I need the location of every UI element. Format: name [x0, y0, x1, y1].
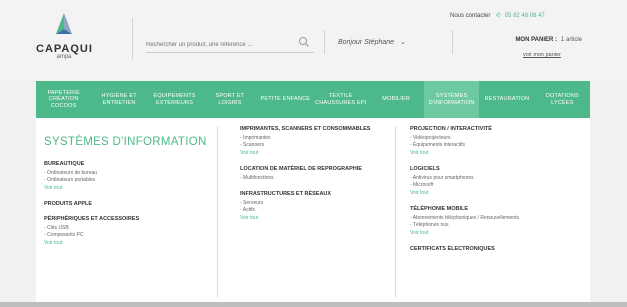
menu-link[interactable]: - Équipements interactifs: [410, 142, 560, 149]
nav-item-mobilier[interactable]: MOBILIER: [368, 81, 423, 118]
search-box[interactable]: [146, 33, 314, 54]
menu-section-title[interactable]: IMPRIMANTES, SCANNERS ET CONSOMMABLES: [240, 126, 396, 132]
view-cart-link[interactable]: voir mon panier: [523, 52, 561, 58]
menu-section-title[interactable]: LOGICIELS: [410, 166, 560, 172]
nav-item-petite-enfance[interactable]: PETITE ENFANCE: [258, 81, 313, 118]
menu-section: PROJECTION / INTERACTIVITÉ - Vidéoproject…: [410, 126, 560, 157]
column-divider: [217, 126, 218, 298]
menu-link[interactable]: - Téléphones nus: [410, 222, 560, 229]
nav-item-hygiene[interactable]: HYGIÈNE ET ENTRETIEN: [91, 81, 146, 118]
nav-item-restauration[interactable]: RESTAURATION: [479, 81, 534, 118]
phone-icon: ✆: [496, 13, 502, 19]
see-all-link[interactable]: Voir tout: [44, 185, 212, 192]
nav-item-sport[interactable]: SPORT ET LOISIRS: [202, 81, 257, 118]
menu-section-title[interactable]: INFRASTRUCTURES ET RÉSEAUX: [240, 191, 396, 197]
mega-menu-panel: SYSTÈMES D'INFORMATION BUREAUTIQUE - Ordi…: [36, 118, 590, 302]
menu-link[interactable]: - Abonnements téléphoniques / Renouvelle…: [410, 215, 560, 222]
phone-number: 05 82 48 08 47: [504, 13, 545, 19]
menu-link[interactable]: - Scanners: [240, 142, 396, 149]
menu-link[interactable]: - Serveurs: [240, 200, 396, 207]
menu-link[interactable]: - Microsoft: [410, 182, 560, 189]
page-bottom-bar: [0, 302, 627, 307]
menu-link[interactable]: - Vidéoprojecteurs: [410, 135, 560, 142]
search-input[interactable]: [146, 36, 286, 54]
logo-icon: [56, 13, 72, 34]
contact[interactable]: Nous contacter ✆ 05 82 48 08 47: [450, 12, 545, 19]
header-divider: [452, 30, 453, 54]
menu-section: LOCATION DE MATÉRIEL DE REPROGRAPHIE - Mu…: [240, 166, 396, 182]
menu-link[interactable]: - Imprimantes: [240, 135, 396, 142]
menu-section-title[interactable]: PÉRIPHÉRIQUES ET ACCESSOIRES: [44, 216, 212, 222]
see-all-link[interactable]: Voir tout: [240, 150, 396, 157]
menu-link[interactable]: - Multifonctions: [240, 175, 396, 182]
menu-section-title[interactable]: CERTIFICATS ÉLECTRONIQUES: [410, 246, 560, 252]
menu-section: CERTIFICATS ÉLECTRONIQUES: [410, 246, 560, 252]
nav-item-papeterie[interactable]: PAPETERIE CRÉATION COCOOS: [36, 81, 91, 118]
menu-link[interactable]: - Ordinateurs portables: [44, 177, 212, 184]
menu-section-title[interactable]: PROJECTION / INTERACTIVITÉ: [410, 126, 560, 132]
account-dropdown[interactable]: Bonjour Stéphane ⌄: [338, 38, 406, 46]
menu-link[interactable]: - Composants PC: [44, 232, 212, 239]
menu-column-2: IMPRIMANTES, SCANNERS ET CONSOMMABLES - I…: [240, 126, 396, 231]
menu-section-title[interactable]: LOCATION DE MATÉRIEL DE REPROGRAPHIE: [240, 166, 396, 172]
nav-item-dotations[interactable]: DOTATIONS LYCÉES: [535, 81, 590, 118]
cart-count: 1 article: [561, 37, 583, 43]
menu-link[interactable]: - Clés USB: [44, 225, 212, 232]
nav-item-textile[interactable]: TEXTILE CHAUSSURES EPI: [313, 81, 368, 118]
nav-item-systemes-information[interactable]: SYSTÈMES D'INFORMATION: [423, 81, 480, 118]
logo[interactable]: CAPAQUI ampa: [36, 12, 92, 60]
panel-title: SYSTÈMES D'INFORMATION: [44, 136, 207, 148]
menu-link[interactable]: - Actifs: [240, 207, 396, 214]
menu-column-3: PROJECTION / INTERACTIVITÉ - Vidéoproject…: [410, 126, 560, 261]
menu-section: BUREAUTIQUE - Ordinateurs de bureau - Ordi…: [44, 161, 212, 192]
menu-section-title[interactable]: BUREAUTIQUE: [44, 161, 212, 167]
see-all-link[interactable]: Voir tout: [44, 240, 212, 247]
menu-column-1: SYSTÈMES D'INFORMATION BUREAUTIQUE - Ordi…: [44, 126, 212, 256]
see-all-link[interactable]: Voir tout: [410, 190, 560, 197]
menu-section-title[interactable]: TÉLÉPHONIE MOBILE: [410, 206, 560, 212]
chevron-down-icon: ⌄: [400, 39, 406, 46]
menu-section: PRODUITS APPLE: [44, 201, 212, 207]
main-nav: PAPETERIE CRÉATION COCOOS HYGIÈNE ET ENT…: [36, 81, 590, 118]
see-all-link[interactable]: Voir tout: [410, 230, 560, 237]
greeting-text: Bonjour Stéphane: [338, 39, 395, 46]
menu-section: INFRASTRUCTURES ET RÉSEAUX - Serveurs - Ac…: [240, 191, 396, 222]
nav-item-equipements[interactable]: ÉQUIPEMENTS EXTÉRIEURS: [147, 81, 202, 118]
header-divider: [132, 18, 133, 60]
header-divider: [324, 30, 325, 54]
see-all-link[interactable]: Voir tout: [240, 215, 396, 222]
cart-title[interactable]: MON PANIER :: [515, 37, 557, 43]
contact-label: Nous contacter: [450, 13, 491, 19]
menu-section: IMPRIMANTES, SCANNERS ET CONSOMMABLES - I…: [240, 126, 396, 157]
menu-link[interactable]: - Ordinateurs de bureau: [44, 170, 212, 177]
menu-section: PÉRIPHÉRIQUES ET ACCESSOIRES - Clés USB - …: [44, 216, 212, 247]
column-divider: [395, 126, 396, 298]
menu-link[interactable]: - Antivirus pour smartphones: [410, 175, 560, 182]
see-all-link[interactable]: Voir tout: [410, 150, 560, 157]
site-header: CAPAQUI ampa Bonjour Stéphane ⌄ Nous con…: [0, 0, 627, 80]
menu-section-title[interactable]: PRODUITS APPLE: [44, 201, 212, 207]
search-icon[interactable]: [298, 36, 310, 48]
menu-section: TÉLÉPHONIE MOBILE - Abonnements téléphoni…: [410, 206, 560, 237]
menu-section: LOGICIELS - Antivirus pour smartphones - M…: [410, 166, 560, 197]
